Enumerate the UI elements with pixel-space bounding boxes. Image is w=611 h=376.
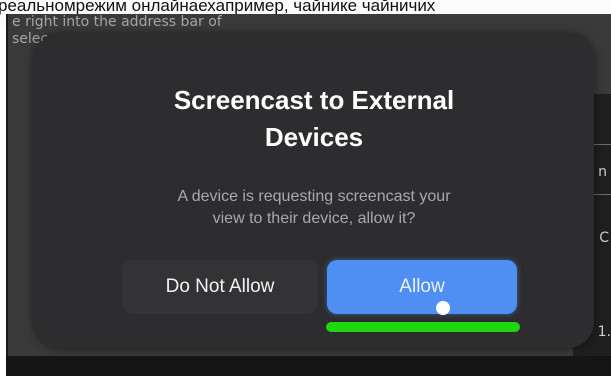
dialog-message: A device is requesting screencast your v… — [34, 186, 594, 230]
headset-frame-edge — [6, 356, 611, 376]
focus-indicator — [326, 322, 520, 332]
dialog-title: Screencast to External Devices — [34, 82, 594, 156]
background-fragment: 1. — [597, 324, 611, 340]
allow-button[interactable]: Allow — [327, 260, 517, 314]
dialog-message-line: view to their device, allow it? — [212, 210, 416, 227]
dialog-title-line: Screencast to External — [173, 85, 455, 115]
dialog-title-line: Devices — [264, 122, 364, 152]
dialog-message-line: A device is requesting screencast your — [177, 188, 451, 205]
background-text-line: e right into the address bar of — [12, 14, 222, 30]
background-fragment: C — [599, 230, 609, 246]
do-not-allow-label: Do Not Allow — [165, 276, 275, 297]
background-fragment: n — [598, 164, 607, 180]
allow-label: Allow — [399, 276, 445, 297]
screencast-permission-dialog: Screencast to External Devices A device … — [34, 34, 594, 348]
do-not-allow-button[interactable]: Do Not Allow — [122, 260, 318, 314]
pointer-cursor-icon — [436, 301, 450, 315]
